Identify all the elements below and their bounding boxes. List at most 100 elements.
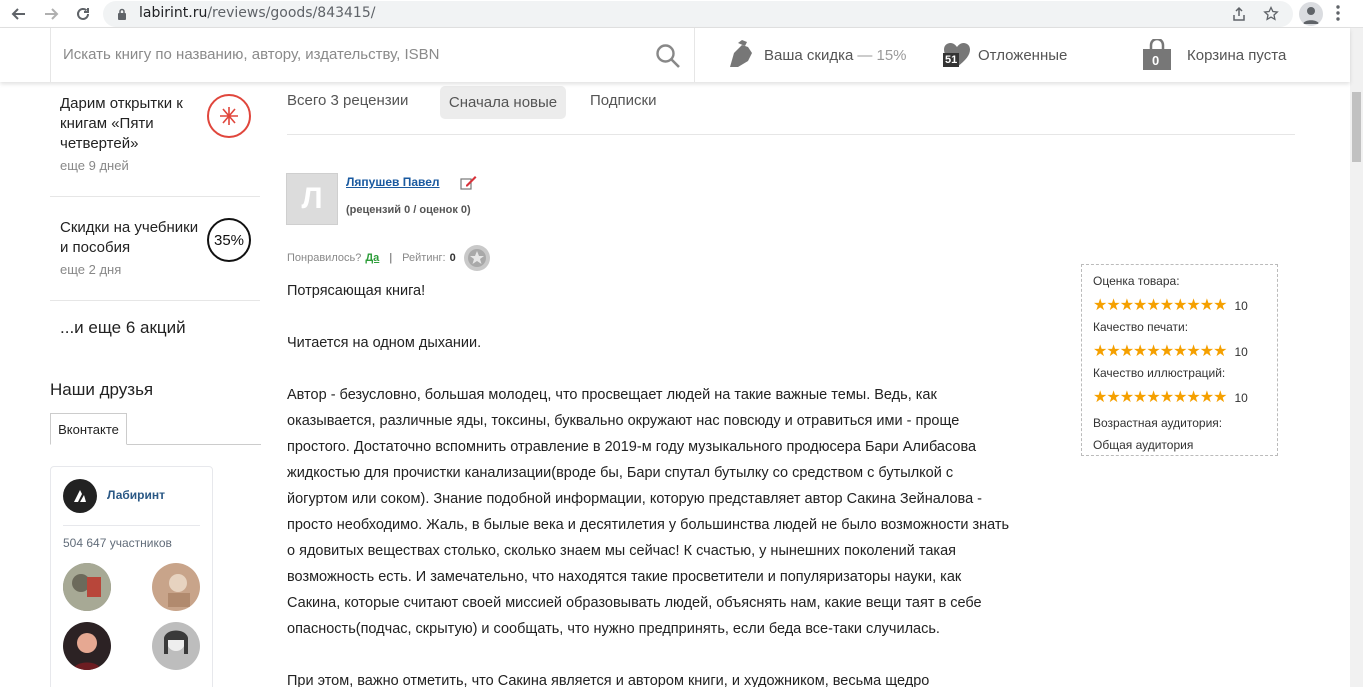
cart-link[interactable]: 0 Корзина пуста [1142,28,1286,82]
more-promos-link[interactable]: ...и еще 6 акций [60,318,186,338]
star-icon: ★ [1119,389,1134,406]
product-ratings-box: Оценка товара: ★ ★ ★ ★ ★ ★ ★ ★ ★ ★ 10 Качество пе… [1081,264,1278,456]
promo-textbooks[interactable]: Скидки на учебники и пособия еще 2 дня 3… [50,218,260,301]
divider [63,525,200,526]
rating-item-value: 10 [1234,391,1248,405]
promo-postcards[interactable]: Дарим открытки к книгам «Пяти четвертей»… [50,94,260,197]
rating-value: 0 [449,252,456,264]
cart-count: 0 [1152,53,1160,68]
audience-value: Общая аудитория [1093,438,1194,452]
address-bar[interactable]: labirint.ru/reviews/goods/843415/ [103,1,1293,27]
promo-days-left: еще 9 дней [60,158,129,173]
reload-icon [77,7,89,20]
back-button[interactable] [8,3,30,25]
star-icon: ★ [1199,343,1214,360]
share-icon [1233,6,1245,21]
rating-label: Рейтинг: [402,252,446,264]
star-rating: ★ ★ ★ ★ ★ ★ ★ ★ ★ ★ [1093,343,1227,360]
star-rating: ★ ★ ★ ★ ★ ★ ★ ★ ★ ★ [1093,297,1227,314]
star-icon: ★ [1106,343,1120,360]
star-icon: ★ [1159,297,1174,314]
star-icon: ★ [1199,297,1214,314]
review-paragraph: При этом, важно отметить, что Сакина явл… [287,673,930,687]
scrollbar-thumb[interactable] [1352,92,1361,162]
lock-icon [118,8,126,20]
star-icon: ★ [1159,389,1174,406]
helpful-yes-link[interactable]: Да [365,252,379,264]
star-icon: ★ [1133,343,1147,360]
cart-label: Корзина пуста [1187,46,1287,64]
cart-bag-icon: 0 [1142,37,1172,71]
reviewer-stats: (рецензий 0 / оценок 0) [346,204,471,216]
heart-icon: 51 [942,40,972,70]
avatar[interactable]: Л [286,173,338,225]
reload-button[interactable] [72,3,94,25]
star-icon: ★ [1186,297,1200,314]
helpful-label: Понравилось? [287,252,362,264]
member-avatar[interactable] [63,563,111,611]
star-icon: ★ [1186,343,1200,360]
star-icon: ★ [1173,389,1187,406]
share-button[interactable] [1229,4,1249,24]
tab-vkontakte[interactable]: Вконтакте [50,413,127,445]
rating-item-value: 10 [1234,299,1248,313]
discount-hand-icon [730,40,752,67]
separator: | [389,252,393,264]
star-outline-icon [1263,6,1279,21]
wishlist-label: Отложенные [978,46,1068,64]
forward-arrow-icon [45,8,59,20]
browser-menu-button[interactable] [1336,4,1340,26]
star-icon: ★ [1093,389,1107,406]
review-paragraph: Автор - безусловно, большая молодец, что… [287,387,1010,637]
member-avatar[interactable] [152,622,200,670]
search-placeholder: Искать книгу по названию, автору, издате… [63,46,440,63]
labirint-logo[interactable] [63,479,97,513]
search-icon[interactable] [655,43,681,69]
vk-group-name[interactable]: Лабиринт [107,488,165,502]
gift-icon [207,94,251,138]
star-icon: ★ [1106,389,1120,406]
profile-avatar-button[interactable] [1299,2,1323,26]
star-rating: ★ ★ ★ ★ ★ ★ ★ ★ ★ ★ [1093,389,1227,406]
back-arrow-icon [11,8,25,20]
subscriptions-link[interactable]: Подписки [590,92,657,109]
rating-item-stars: ★ ★ ★ ★ ★ ★ ★ ★ ★ ★ 10 [1093,339,1266,365]
bookmark-button[interactable] [1261,4,1281,24]
star-icon: ★ [1186,389,1200,406]
browser-toolbar: labirint.ru/reviews/goods/843415/ [0,0,1363,28]
wishlist-link[interactable]: 51 Отложенные [942,28,1067,82]
promo-title: Дарим открытки к книгам «Пяти четвертей» [60,95,183,152]
discount-link[interactable]: Ваша скидка — 15% [724,28,907,82]
rating-medal-icon[interactable] [463,245,490,271]
reviewer-name-link[interactable]: Ляпушев Павел [346,175,440,189]
star-icon: ★ [1159,343,1174,360]
vk-community-widget: Лабиринт 504 647 участников [50,466,213,687]
star-icon: ★ [1093,343,1107,360]
star-icon: ★ [1213,297,1227,314]
audience-label: Возрастная аудитория: [1093,416,1223,430]
vk-members-count: 504 647 участников [63,536,172,550]
sort-newest-button[interactable]: Сначала новые [440,86,566,119]
rating-item-label: Оценка товара: [1093,274,1180,288]
star-icon: ★ [1213,389,1227,406]
url-path: /reviews/goods/843415/ [207,5,376,21]
star-icon: ★ [1173,343,1187,360]
review-feedback-row: Понравилось? Да | Рейтинг: 0 [287,245,490,271]
member-avatar[interactable] [152,563,200,611]
review-body: Потрясающая книга! Читается на одном дых… [287,278,1017,687]
search-input[interactable]: Искать книгу по названию, автору, издате… [50,28,695,82]
pencil-icon [459,173,477,195]
review-paragraph: Потрясающая книга! [287,283,426,299]
member-avatar[interactable] [63,622,111,670]
rating-item-stars: ★ ★ ★ ★ ★ ★ ★ ★ ★ ★ 10 [1093,293,1266,319]
kebab-menu-icon [1336,5,1340,21]
discount-badge: 35% [207,218,251,262]
rating-item-label: Качество печати: [1093,320,1189,334]
star-icon: ★ [1146,297,1160,314]
star-icon: ★ [1213,343,1227,360]
star-icon: ★ [1173,297,1187,314]
url-text: labirint.ru/reviews/goods/843415/ [139,5,375,21]
forward-button[interactable] [40,3,62,25]
discount-label: Ваша скидка [764,46,854,64]
friends-heading: Наши друзья [50,380,154,399]
